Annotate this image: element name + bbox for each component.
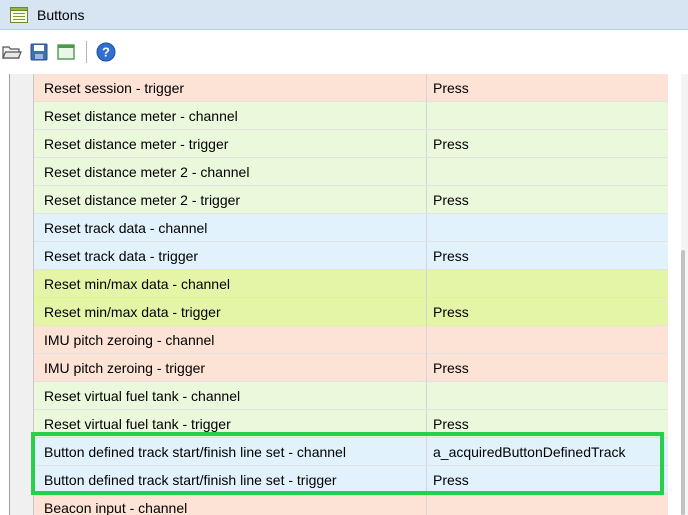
table-row[interactable]: Reset virtual fuel tank - channel <box>34 382 668 410</box>
table-row[interactable]: Reset track data - channel <box>34 214 668 242</box>
scrollbar-thumb[interactable] <box>681 250 685 515</box>
row-name-cell[interactable]: Reset distance meter - channel <box>34 102 427 129</box>
row-name-cell[interactable]: Beacon input - channel <box>34 494 427 515</box>
row-name-cell[interactable]: Reset min/max data - channel <box>34 270 427 297</box>
row-name-cell[interactable]: Reset distance meter 2 - trigger <box>34 186 427 213</box>
row-name-cell[interactable]: Reset track data - trigger <box>34 242 427 269</box>
buttons-window: Buttons ? Reset session - trigger Press … <box>0 0 688 515</box>
row-value-cell[interactable]: Press <box>427 186 668 213</box>
row-value-cell[interactable]: Press <box>427 242 668 269</box>
row-value-cell[interactable] <box>427 158 668 185</box>
row-name-cell[interactable]: IMU pitch zeroing - trigger <box>34 354 427 381</box>
row-name-cell[interactable]: Reset virtual fuel tank - channel <box>34 382 427 409</box>
row-name-cell[interactable]: Reset virtual fuel tank - trigger <box>34 410 427 437</box>
properties-grid: Reset session - trigger Press Reset distan… <box>9 74 680 515</box>
row-value-cell[interactable]: a_acquiredButtonDefinedTrack <box>427 438 668 465</box>
table-row[interactable]: Reset track data - trigger Press <box>34 242 668 270</box>
table-row[interactable]: Reset distance meter - channel <box>34 102 668 130</box>
row-name-cell[interactable]: Reset track data - channel <box>34 214 427 241</box>
table-row[interactable]: IMU pitch zeroing - trigger Press <box>34 354 668 382</box>
table-row[interactable]: Reset distance meter 2 - trigger Press <box>34 186 668 214</box>
toolbar-separator <box>86 41 87 63</box>
row-value-cell[interactable] <box>427 382 668 409</box>
table-row[interactable]: Button defined track start/finish line s… <box>34 438 668 466</box>
row-value-cell[interactable]: Press <box>427 466 668 493</box>
row-name-cell[interactable]: Reset distance meter 2 - channel <box>34 158 427 185</box>
table-row[interactable]: Reset distance meter - trigger Press <box>34 130 668 158</box>
table-row[interactable]: Reset session - trigger Press <box>34 74 668 102</box>
row-name-cell[interactable]: Reset distance meter - trigger <box>34 130 427 157</box>
row-name-cell[interactable]: Reset session - trigger <box>34 74 427 101</box>
window-title: Buttons <box>37 6 85 23</box>
row-value-cell[interactable] <box>427 494 668 515</box>
row-name-cell[interactable]: Button defined track start/finish line s… <box>34 438 427 465</box>
vertical-scrollbar[interactable] <box>681 74 688 515</box>
table-row[interactable]: Reset min/max data - channel <box>34 270 668 298</box>
table-row[interactable]: Beacon input - channel <box>34 494 668 515</box>
svg-text:?: ? <box>102 45 110 60</box>
table-row[interactable]: Button defined track start/finish line s… <box>34 466 668 494</box>
toolbar: ? <box>0 30 688 74</box>
row-value-cell[interactable]: Press <box>427 298 668 325</box>
open-folder-icon[interactable] <box>2 42 22 62</box>
window-icon[interactable] <box>56 42 76 62</box>
row-value-cell[interactable]: Press <box>427 410 668 437</box>
row-name-cell[interactable]: Button defined track start/finish line s… <box>34 466 427 493</box>
row-value-cell[interactable] <box>427 102 668 129</box>
row-value-cell[interactable]: Press <box>427 130 668 157</box>
table-row[interactable]: Reset distance meter 2 - channel <box>34 158 668 186</box>
help-icon[interactable]: ? <box>96 42 116 62</box>
save-icon[interactable] <box>29 42 49 62</box>
row-value-cell[interactable] <box>427 270 668 297</box>
table-row[interactable]: IMU pitch zeroing - channel <box>34 326 668 354</box>
grid-gutter <box>10 74 34 515</box>
row-value-cell[interactable]: Press <box>427 74 668 101</box>
row-name-cell[interactable]: Reset min/max data - trigger <box>34 298 427 325</box>
grid-rows: Reset session - trigger Press Reset distan… <box>34 74 668 515</box>
table-row[interactable]: Reset virtual fuel tank - trigger Press <box>34 410 668 438</box>
row-value-cell[interactable] <box>427 326 668 353</box>
title-bar: Buttons <box>0 0 688 30</box>
row-value-cell[interactable] <box>427 214 668 241</box>
table-row[interactable]: Reset min/max data - trigger Press <box>34 298 668 326</box>
list-window-icon <box>10 6 28 24</box>
row-value-cell[interactable]: Press <box>427 354 668 381</box>
row-name-cell[interactable]: IMU pitch zeroing - channel <box>34 326 427 353</box>
